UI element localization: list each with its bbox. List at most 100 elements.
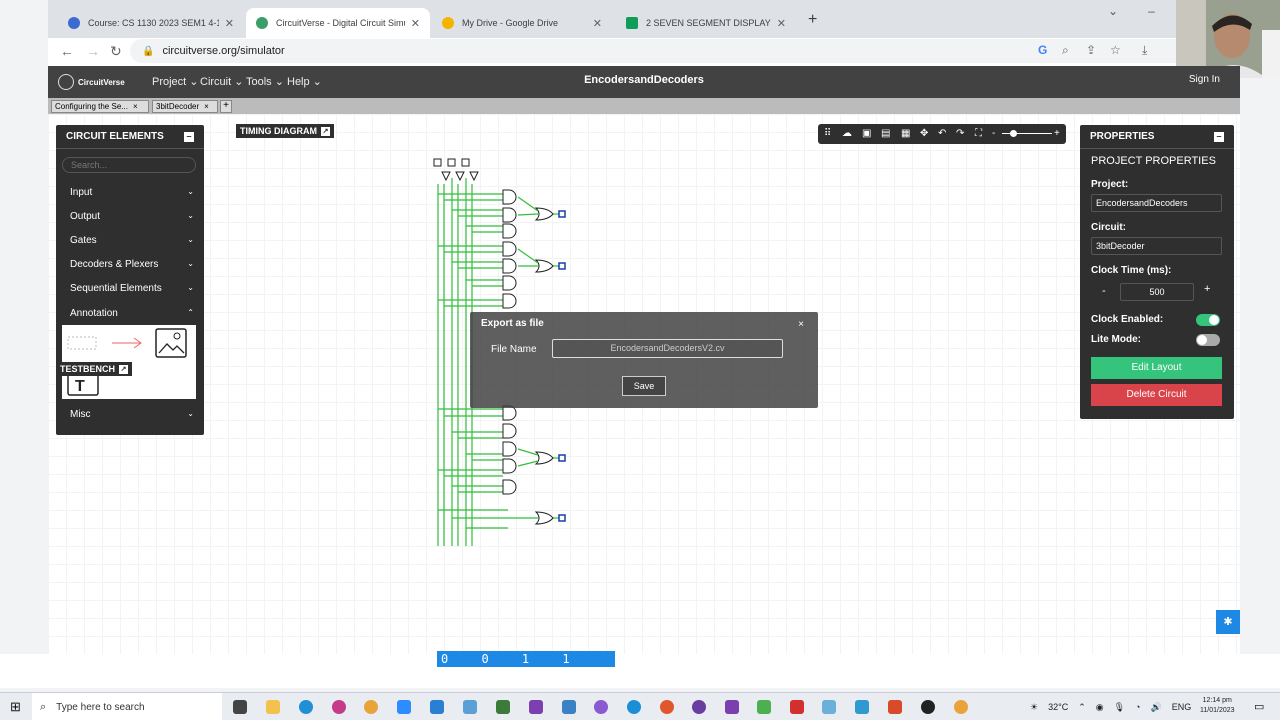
delete-circuit-button[interactable]: Delete Circuit [1091, 384, 1222, 406]
forward-icon[interactable]: → [86, 43, 100, 59]
close-tab-icon[interactable]: ✕ [411, 17, 420, 30]
sign-in-link[interactable]: Sign In [1189, 74, 1220, 85]
minimize-panel-icon[interactable]: – [184, 131, 194, 142]
zoom-app-icon[interactable] [397, 700, 411, 714]
browser-tab-drive[interactable]: My Drive - Google Drive ✕ [432, 8, 612, 38]
category-output[interactable]: Output ⌄ [70, 211, 194, 222]
minimize-panel-icon[interactable]: – [1214, 131, 1224, 142]
app-icon[interactable] [725, 700, 739, 714]
app-icon[interactable] [692, 700, 706, 714]
share-icon[interactable]: ⇪ [1086, 43, 1096, 57]
expand-icon[interactable]: ↗ [119, 364, 129, 374]
undo-icon[interactable]: ↶ [938, 128, 946, 139]
app-icon[interactable] [757, 700, 771, 714]
powerpoint-icon[interactable] [888, 700, 902, 714]
save-button[interactable]: Save [622, 376, 666, 396]
close-icon[interactable]: × [798, 319, 804, 330]
app-icon[interactable] [496, 700, 510, 714]
download-icon[interactable]: ⤓ [1142, 43, 1147, 58]
chrome-icon[interactable] [954, 700, 968, 714]
zoom-in-icon[interactable]: + [1054, 128, 1060, 139]
timing-diagram-panel[interactable]: TIMING DIAGRAM ↗ [236, 124, 334, 138]
browser-tab-circuitverse[interactable]: CircuitVerse - Digital Circuit Simulator… [246, 8, 430, 38]
app-icon[interactable] [822, 700, 836, 714]
close-circuit-tab-icon[interactable]: × [133, 102, 138, 111]
expand-icon[interactable]: ↗ [321, 126, 330, 136]
zoom-icon[interactable]: ⌕ [1062, 43, 1069, 58]
menu-circuit[interactable]: Circuit ⌄ [200, 75, 243, 88]
delete-icon[interactable]: ▤ [881, 128, 890, 139]
close-tab-icon[interactable]: ✕ [593, 17, 602, 30]
zoom-slider-handle[interactable] [1010, 130, 1017, 137]
app-icon[interactable] [660, 700, 674, 714]
volume-icon[interactable]: 🔊 [1150, 702, 1161, 713]
clock-time-input[interactable]: 500 [1120, 283, 1194, 301]
clock-decrement-button[interactable]: - [1102, 285, 1106, 297]
lite-mode-toggle[interactable] [1196, 334, 1220, 346]
app-icon[interactable] [921, 700, 935, 714]
circuit-tab-active[interactable]: 3bitDecoder × [152, 100, 218, 113]
testbench-panel[interactable]: TESTBENCH ↗ [56, 362, 133, 376]
category-gates[interactable]: Gates ⌄ [70, 235, 194, 246]
add-circuit-tab-icon[interactable]: + [220, 100, 232, 113]
category-decoders-plexers[interactable]: Decoders & Plexers ⌄ [70, 259, 194, 270]
category-input[interactable]: Input ⌄ [70, 187, 194, 198]
app-icon[interactable] [594, 700, 608, 714]
menu-help[interactable]: Help ⌄ [287, 75, 322, 88]
edge-icon[interactable] [627, 700, 641, 714]
vscode-icon[interactable] [430, 700, 444, 714]
notifications-icon[interactable]: ▭ [1254, 700, 1264, 713]
network-icon[interactable]: ◉ [1096, 702, 1104, 713]
chevron-up-icon[interactable]: ⌃ [1078, 702, 1086, 713]
file-explorer-icon[interactable] [266, 700, 280, 714]
clock-enabled-toggle[interactable] [1196, 314, 1220, 326]
edit-layout-button[interactable]: Edit Layout [1091, 357, 1222, 379]
project-name-input[interactable]: EncodersandDecoders [1091, 194, 1222, 212]
new-tab-icon[interactable]: + [808, 11, 817, 29]
close-circuit-tab-icon[interactable]: × [204, 102, 209, 111]
save-icon[interactable]: ▣ [862, 128, 871, 139]
file-name-input[interactable]: EncodersandDecodersV2.cv [552, 339, 783, 358]
app-icon[interactable] [463, 700, 477, 714]
app-icon[interactable] [562, 700, 576, 714]
minimize-icon[interactable]: – [1148, 4, 1155, 18]
back-icon[interactable]: ← [60, 43, 74, 59]
fit-icon[interactable]: ✥ [920, 128, 928, 139]
element-search-input[interactable]: Search... [62, 157, 196, 173]
language-indicator[interactable]: ENG [1172, 702, 1192, 712]
layers-icon[interactable]: ▦ [901, 128, 910, 139]
microphone-icon[interactable]: 🎙 [1114, 702, 1125, 713]
fullscreen-icon[interactable]: ⛶ [975, 128, 982, 139]
reload-icon[interactable]: ↻ [110, 43, 122, 60]
browser-tab-sheets[interactable]: 2 SEVEN SEGMENT DISPLAY DECODER ✕ [616, 8, 796, 38]
redo-icon[interactable]: ↷ [956, 128, 964, 139]
google-icon[interactable]: G [1038, 43, 1047, 57]
menu-tools[interactable]: Tools ⌄ [246, 75, 284, 88]
tab-search-icon[interactable]: ⌄ [1108, 4, 1118, 18]
close-tab-icon[interactable]: ✕ [777, 17, 786, 30]
category-sequential-elements[interactable]: Sequential Elements ⌄ [70, 283, 194, 294]
browser-tab-course[interactable]: Course: CS 1130 2023 SEM1 4-100, 4-1 ✕ [58, 8, 244, 38]
weather-icon[interactable]: ☀ [1030, 702, 1038, 713]
chrome-icon[interactable] [364, 700, 378, 714]
menu-project[interactable]: Project ⌄ [152, 75, 199, 88]
taskbar-search-box[interactable]: ⌕ Type here to search [32, 693, 222, 720]
circuit-name-input[interactable]: 3bitDecoder [1091, 237, 1222, 255]
category-misc[interactable]: Misc ⌄ [70, 409, 194, 420]
bug-report-icon[interactable]: ✱ [1216, 610, 1240, 634]
zoom-out-icon[interactable]: - [992, 128, 995, 139]
drag-handle-icon[interactable]: ⠿ [824, 128, 831, 139]
visual-studio-icon[interactable] [529, 700, 543, 714]
category-annotation[interactable]: Annotation ⌃ [70, 308, 194, 319]
upload-icon[interactable]: ☁ [842, 128, 852, 139]
close-tab-icon[interactable]: ✕ [225, 17, 234, 30]
clock-increment-button[interactable]: + [1204, 283, 1210, 295]
app-icon[interactable] [855, 700, 869, 714]
windows-start-icon[interactable]: ⊞ [10, 699, 21, 715]
wifi-icon[interactable]: ◔ [1135, 702, 1140, 712]
app-icon[interactable] [299, 700, 313, 714]
task-view-icon[interactable] [233, 700, 247, 714]
app-icon[interactable] [790, 700, 804, 714]
clock[interactable]: 12:14 pm 11/01/2023 [1200, 696, 1235, 716]
circuit-tab[interactable]: Configuring the Se... × [51, 100, 149, 113]
